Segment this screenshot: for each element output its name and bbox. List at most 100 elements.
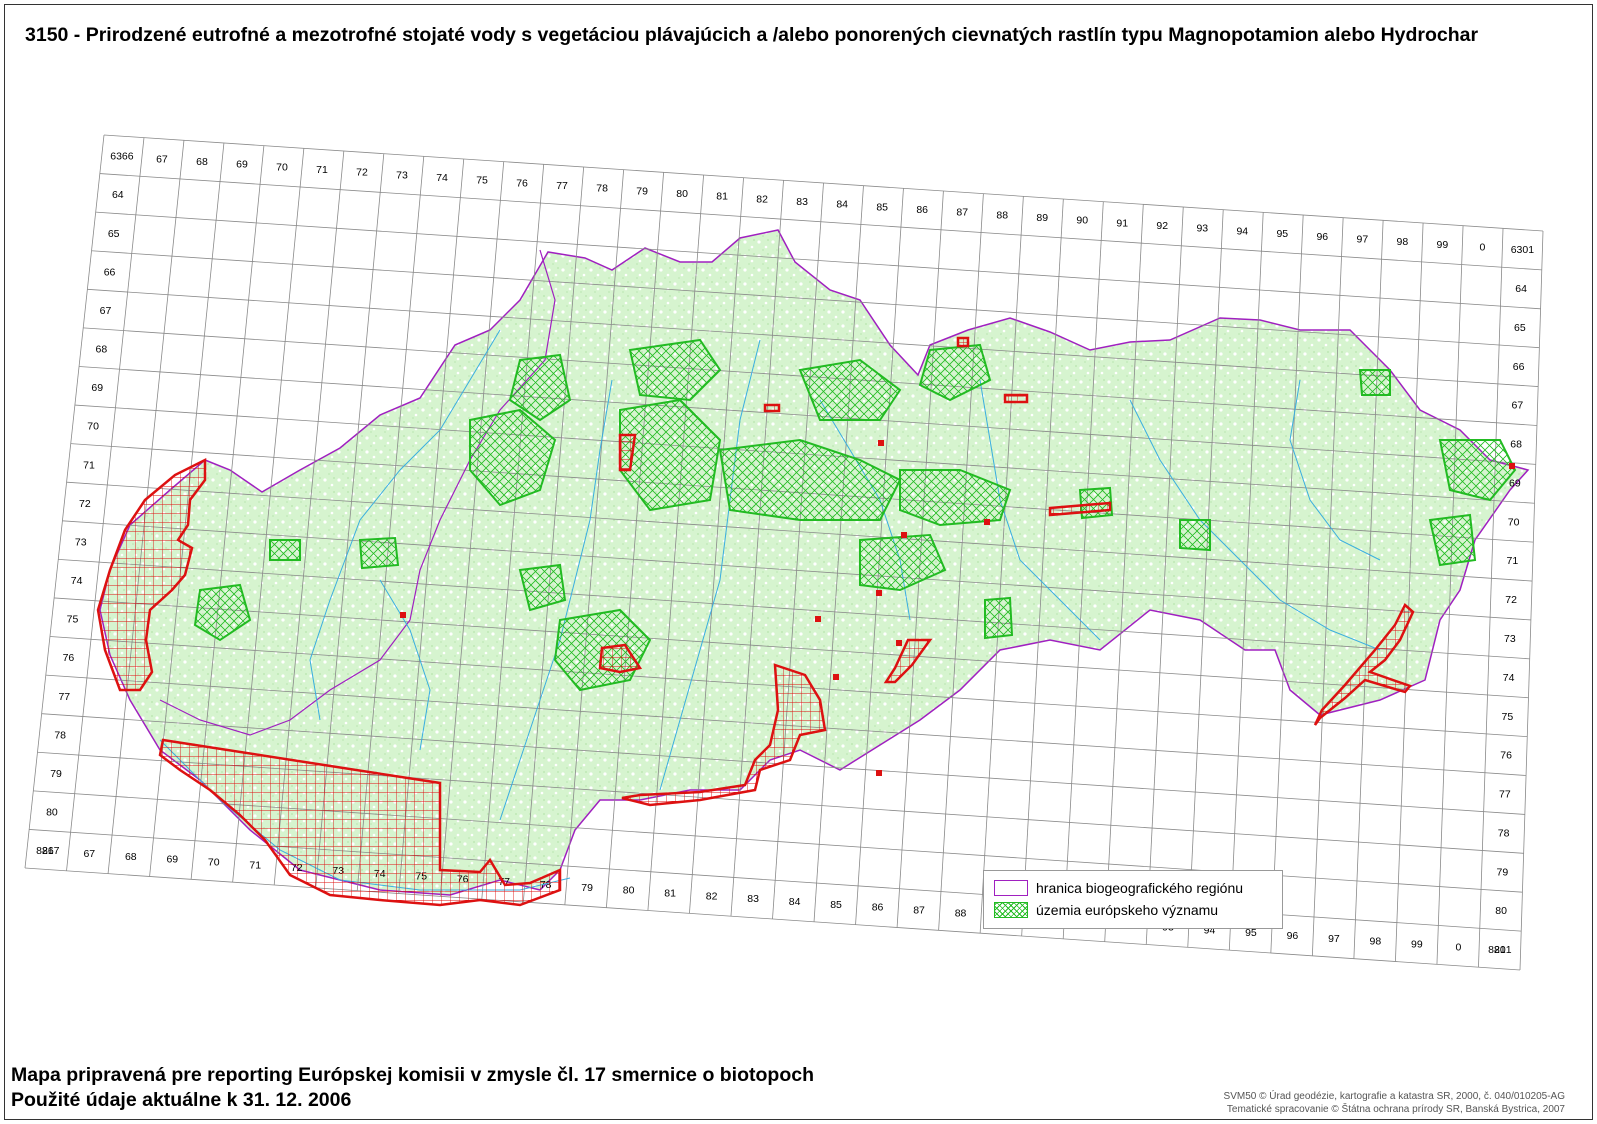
grid-label-bottom: 99 <box>1411 938 1423 950</box>
grid-label-right: 77 <box>1499 789 1511 801</box>
grid-label-top: 88 <box>996 209 1008 221</box>
grid-label-right: 75 <box>1502 711 1514 723</box>
grid-label-bottom: 97 <box>1328 933 1340 945</box>
grid-label-top: 93 <box>1196 223 1208 235</box>
footer-credits: SVM50 © Úrad geodézie, kartografie a kat… <box>1224 1090 1565 1116</box>
grid-label-left: 64 <box>112 189 124 201</box>
map-legend: hranica biogeografického regiónu územia … <box>983 870 1283 929</box>
grid-label-top: 77 <box>556 180 568 192</box>
grid-label-top: 68 <box>196 156 208 168</box>
grid-label-right: 65 <box>1514 322 1526 334</box>
grid-label-left: 67 <box>100 305 112 317</box>
grid-label-right: 79 <box>1497 866 1509 878</box>
grid-label-top: 87 <box>956 207 968 219</box>
grid-label-right: 70 <box>1508 516 1520 528</box>
grid-label-top: 94 <box>1236 225 1248 237</box>
grid-label-top: 69 <box>236 159 248 171</box>
grid-label-top: 67 <box>156 153 168 165</box>
grid-label-bottom: 88 <box>955 907 967 919</box>
legend-label: hranica biogeografického regiónu <box>1036 880 1244 896</box>
grid-label-bottom: 0 <box>1455 941 1461 953</box>
grid-label-right: 67 <box>1512 400 1524 412</box>
grid-label-left: 70 <box>87 421 99 433</box>
grid-label-top: 75 <box>476 175 488 187</box>
grid-label-top: 99 <box>1437 239 1449 251</box>
grid-label-left: 68 <box>95 344 107 356</box>
footer-line-1: Mapa pripravená pre reporting Európskej … <box>11 1064 814 1086</box>
grid-label-bottom: 68 <box>125 851 137 863</box>
grid-label-left: 78 <box>54 729 66 741</box>
grid-label-top: 90 <box>1076 215 1088 227</box>
grid-label-top: 71 <box>316 164 328 176</box>
grid-label-right: 76 <box>1500 750 1512 762</box>
grid-label-top: 80 <box>676 188 688 200</box>
grid-label-top: 95 <box>1276 228 1288 240</box>
legend-item-sci-sites: územia európskeho významu <box>994 901 1218 919</box>
grid-label-bottom: 84 <box>789 896 801 908</box>
grid-label-bottom: 83 <box>747 893 759 905</box>
grid-label-right: 73 <box>1504 633 1516 645</box>
grid-label-right: 66 <box>1513 361 1525 373</box>
grid-label-top: 85 <box>876 201 888 213</box>
grid-label-top: 98 <box>1397 236 1409 248</box>
grid-label-bottom: 80 <box>623 885 635 897</box>
grid-label-top: 6366 <box>110 151 134 163</box>
grid-label-bottom: 85 <box>830 899 842 911</box>
grid-label-top: 82 <box>756 193 768 205</box>
grid-label-right: 69 <box>1509 477 1521 489</box>
grid-label-top: 79 <box>636 185 648 197</box>
grid-label-right: 80 <box>1495 905 1507 917</box>
grid-label-left: 75 <box>67 614 79 626</box>
grid-label-top: 97 <box>1356 233 1368 245</box>
grid-label-bottom: 67 <box>83 848 95 860</box>
grid-label-left: 76 <box>63 652 75 664</box>
grid-label-left: 72 <box>79 498 91 510</box>
credit-line-1: SVM50 © Úrad geodézie, kartografie a kat… <box>1223 1091 1565 1102</box>
grid-label-top: 86 <box>916 204 928 216</box>
grid-label-right: 68 <box>1510 439 1522 451</box>
sci-sites-swatch <box>994 902 1028 918</box>
grid-label-bottom: 70 <box>208 856 220 868</box>
grid-label-top: 78 <box>596 183 608 195</box>
grid-label-bottom: 79 <box>581 882 593 894</box>
grid-label-bottom: 96 <box>1287 930 1299 942</box>
grid-label-top: 74 <box>436 172 448 184</box>
grid-label-right: 81 <box>1494 944 1506 956</box>
grid-label-right: 64 <box>1515 283 1527 295</box>
grid-label-top: 73 <box>396 169 408 181</box>
grid-label-bottom: 69 <box>166 854 178 866</box>
grid-label-top: 6301 <box>1511 244 1535 256</box>
grid-label-top: 91 <box>1116 217 1128 229</box>
grid-label-left: 69 <box>91 382 103 394</box>
grid-label-left: 77 <box>58 691 70 703</box>
grid-label-right: 72 <box>1505 594 1517 606</box>
grid-label-top: 96 <box>1316 231 1328 243</box>
grid-label-right: 71 <box>1507 555 1519 567</box>
grid-label-left: 80 <box>46 807 58 819</box>
grid-label-left: 71 <box>83 459 95 471</box>
grid-label-bottom: 98 <box>1370 936 1382 948</box>
grid-label-top: 81 <box>716 191 728 203</box>
legend-label: územia európskeho významu <box>1036 902 1219 918</box>
footer-description: Mapa pripravená pre reporting Európskej … <box>11 1063 814 1113</box>
grid-label-top: 83 <box>796 196 808 208</box>
grid-label-bottom: 86 <box>872 902 884 914</box>
grid-label-right: 74 <box>1503 672 1515 684</box>
grid-label-top: 0 <box>1479 241 1485 253</box>
map-canvas: 6366 67 68 69 70 71 72 73 74 75 76 77 78 79 80 81 82 83 84… <box>24 134 1544 971</box>
grid-label-top: 92 <box>1156 220 1168 232</box>
grid-label-left: 73 <box>75 536 87 548</box>
footer-line-2: Použité údaje aktuálne k 31. 12. 2006 <box>11 1089 352 1111</box>
region-border-swatch <box>994 880 1028 896</box>
grid-label-bottom: 71 <box>249 859 261 871</box>
grid-label-left: 81 <box>42 845 54 857</box>
grid-label-top: 72 <box>356 167 368 179</box>
legend-item-region-border: hranica biogeografického regiónu <box>994 879 1243 897</box>
grid-label-top: 84 <box>836 199 848 211</box>
grid-label-top: 76 <box>516 177 528 189</box>
credit-line-2: Tematické spracovanie © Štátna ochrana p… <box>1226 1104 1565 1115</box>
grid-label-bottom: 87 <box>913 905 925 917</box>
grid-label-bottom: 82 <box>706 890 718 902</box>
grid-label-left: 66 <box>104 266 116 278</box>
grid-label-bottom: 81 <box>664 888 676 900</box>
